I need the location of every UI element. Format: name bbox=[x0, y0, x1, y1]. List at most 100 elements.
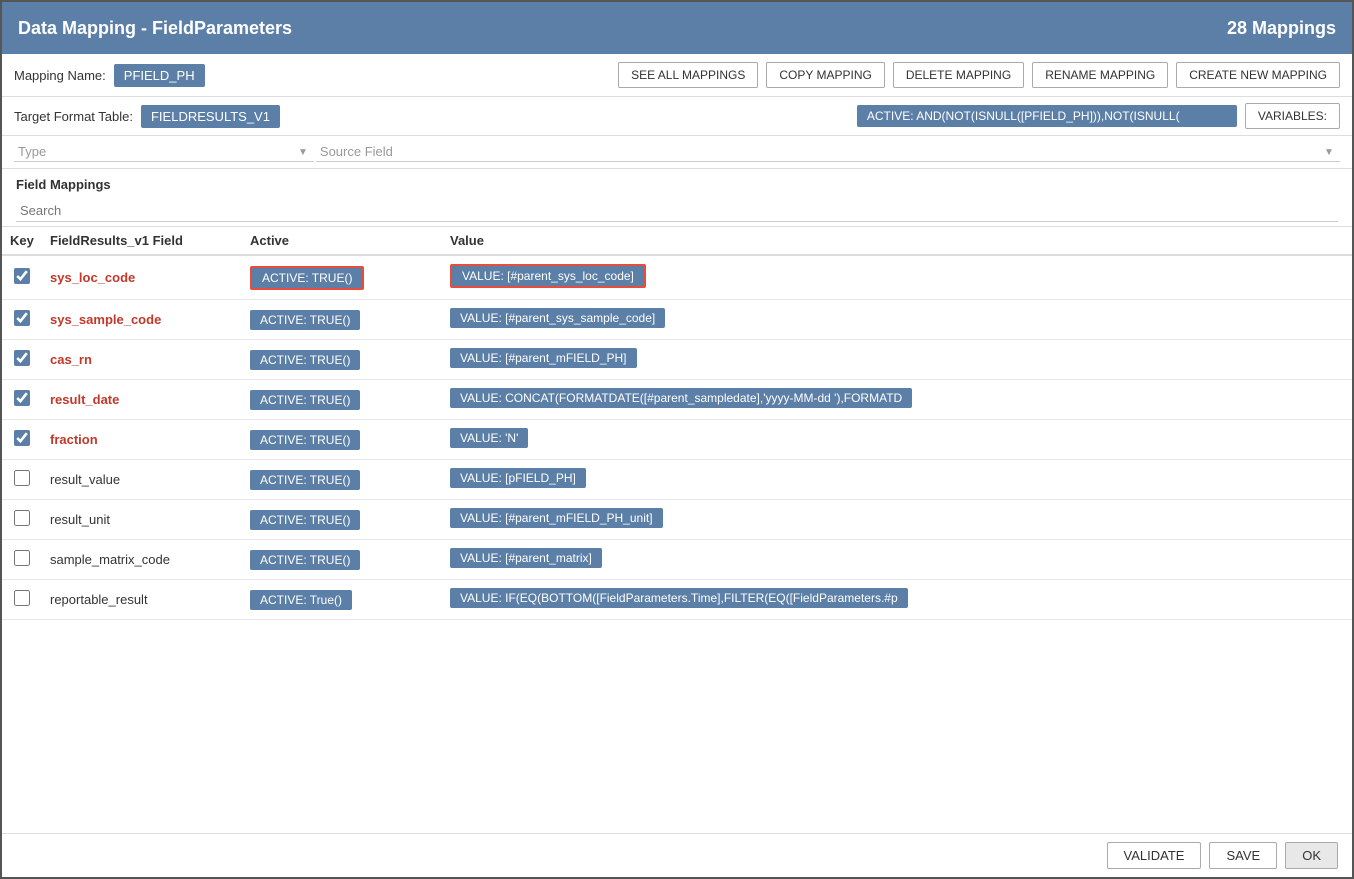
value-cell: VALUE: IF(EQ(BOTTOM([FieldParameters.Tim… bbox=[442, 580, 1352, 620]
col-header-active: Active bbox=[242, 227, 442, 255]
table-row: sys_loc_code ACTIVE: TRUE() VALUE: [#paren… bbox=[2, 255, 1352, 300]
target-format-badge[interactable]: FIELDRESULTS_V1 bbox=[141, 105, 280, 128]
row-checkbox[interactable] bbox=[14, 268, 30, 284]
table-row: result_unit ACTIVE: TRUE() VALUE: [#parent… bbox=[2, 500, 1352, 540]
value-cell: VALUE: [#parent_mFIELD_PH_unit] bbox=[442, 500, 1352, 540]
field-name[interactable]: sample_matrix_code bbox=[50, 552, 170, 567]
active-badge[interactable]: ACTIVE: TRUE() bbox=[250, 430, 360, 450]
checkbox-cell bbox=[2, 500, 42, 540]
value-cell: VALUE: CONCAT(FORMATDATE([#parent_sample… bbox=[442, 380, 1352, 420]
row-checkbox[interactable] bbox=[14, 590, 30, 606]
value-badge[interactable]: VALUE: [#parent_sys_sample_code] bbox=[450, 308, 665, 328]
see-all-mappings-button[interactable]: SEE ALL MAPPINGS bbox=[618, 62, 758, 88]
active-cell: ACTIVE: TRUE() bbox=[242, 420, 442, 460]
active-cell: ACTIVE: TRUE() bbox=[242, 300, 442, 340]
type-filter-select[interactable]: Type bbox=[14, 142, 314, 162]
value-badge[interactable]: VALUE: CONCAT(FORMATDATE([#parent_sample… bbox=[450, 388, 912, 408]
active-cell: ACTIVE: TRUE() bbox=[242, 340, 442, 380]
field-name[interactable]: result_unit bbox=[50, 512, 110, 527]
col-header-field: FieldResults_v1 Field bbox=[42, 227, 242, 255]
row-checkbox[interactable] bbox=[14, 550, 30, 566]
field-name[interactable]: result_date bbox=[50, 392, 119, 407]
checkbox-cell bbox=[2, 460, 42, 500]
row-checkbox[interactable] bbox=[14, 470, 30, 486]
active-badge[interactable]: ACTIVE: TRUE() bbox=[250, 350, 360, 370]
rename-mapping-button[interactable]: RENAME MAPPING bbox=[1032, 62, 1168, 88]
table-header-row: Key FieldResults_v1 Field Active Value bbox=[2, 227, 1352, 255]
mapping-name-badge[interactable]: PFIELD_PH bbox=[114, 64, 205, 87]
active-badge[interactable]: ACTIVE: TRUE() bbox=[250, 266, 364, 290]
create-new-mapping-button[interactable]: CREATE NEW MAPPING bbox=[1176, 62, 1340, 88]
checkbox-cell bbox=[2, 380, 42, 420]
row-checkbox[interactable] bbox=[14, 310, 30, 326]
active-cell: ACTIVE: TRUE() bbox=[242, 460, 442, 500]
source-field-select[interactable]: Source Field bbox=[316, 142, 1340, 162]
save-button[interactable]: SAVE bbox=[1209, 842, 1277, 869]
value-badge[interactable]: VALUE: [#parent_mFIELD_PH] bbox=[450, 348, 637, 368]
field-name-cell: sys_sample_code bbox=[42, 300, 242, 340]
table-row: reportable_result ACTIVE: True() VALUE: IF… bbox=[2, 580, 1352, 620]
copy-mapping-button[interactable]: COPY MAPPING bbox=[766, 62, 884, 88]
active-badge[interactable]: ACTIVE: True() bbox=[250, 590, 352, 610]
table-row: sample_matrix_code ACTIVE: TRUE() VALUE: [… bbox=[2, 540, 1352, 580]
toolbar-row1: Mapping Name: PFIELD_PH SEE ALL MAPPINGS… bbox=[2, 54, 1352, 97]
col-header-value: Value bbox=[442, 227, 1352, 255]
table-body: sys_loc_code ACTIVE: TRUE() VALUE: [#paren… bbox=[2, 255, 1352, 620]
active-badge[interactable]: ACTIVE: TRUE() bbox=[250, 510, 360, 530]
value-badge[interactable]: VALUE: [#parent_mFIELD_PH_unit] bbox=[450, 508, 663, 528]
row-checkbox[interactable] bbox=[14, 390, 30, 406]
table-row: sys_sample_code ACTIVE: TRUE() VALUE: [#pa… bbox=[2, 300, 1352, 340]
source-field-wrapper: Source Field ▼ bbox=[316, 142, 1340, 162]
field-name[interactable]: result_value bbox=[50, 472, 120, 487]
field-name-cell: sys_loc_code bbox=[42, 255, 242, 300]
active-badge[interactable]: ACTIVE: TRUE() bbox=[250, 550, 360, 570]
value-badge[interactable]: VALUE: [#parent_matrix] bbox=[450, 548, 602, 568]
table-row: cas_rn ACTIVE: TRUE() VALUE: [#parent_mFIE… bbox=[2, 340, 1352, 380]
mapping-name-label: Mapping Name: bbox=[14, 68, 106, 83]
value-badge[interactable]: VALUE: IF(EQ(BOTTOM([FieldParameters.Tim… bbox=[450, 588, 908, 608]
field-name[interactable]: sys_sample_code bbox=[50, 312, 161, 327]
value-badge[interactable]: VALUE: [#parent_sys_loc_code] bbox=[450, 264, 646, 288]
ok-button[interactable]: OK bbox=[1285, 842, 1338, 869]
header-title: Data Mapping - FieldParameters bbox=[18, 18, 292, 39]
field-name-cell: result_unit bbox=[42, 500, 242, 540]
field-name-cell: cas_rn bbox=[42, 340, 242, 380]
active-badge[interactable]: ACTIVE: TRUE() bbox=[250, 310, 360, 330]
checkbox-cell bbox=[2, 540, 42, 580]
checkbox-cell bbox=[2, 420, 42, 460]
variables-button[interactable]: VARIABLES: bbox=[1245, 103, 1340, 129]
value-badge[interactable]: VALUE: [pFIELD_PH] bbox=[450, 468, 586, 488]
header-count: 28 Mappings bbox=[1227, 18, 1336, 39]
active-cell: ACTIVE: TRUE() bbox=[242, 255, 442, 300]
section-header: Field Mappings bbox=[2, 169, 1352, 196]
value-cell: VALUE: 'N' bbox=[442, 420, 1352, 460]
validate-button[interactable]: VALIDATE bbox=[1107, 842, 1202, 869]
footer: VALIDATE SAVE OK bbox=[2, 833, 1352, 877]
search-row bbox=[2, 196, 1352, 226]
target-format-label: Target Format Table: bbox=[14, 109, 133, 124]
field-name-cell: sample_matrix_code bbox=[42, 540, 242, 580]
row-checkbox[interactable] bbox=[14, 510, 30, 526]
header: Data Mapping - FieldParameters 28 Mappin… bbox=[2, 2, 1352, 54]
field-name[interactable]: fraction bbox=[50, 432, 98, 447]
row-checkbox[interactable] bbox=[14, 350, 30, 366]
col-header-key: Key bbox=[2, 227, 42, 255]
field-name[interactable]: cas_rn bbox=[50, 352, 92, 367]
row-checkbox[interactable] bbox=[14, 430, 30, 446]
field-name-cell: result_value bbox=[42, 460, 242, 500]
active-formula-button[interactable]: ACTIVE: AND(NOT(ISNULL([PFIELD_PH])),NOT… bbox=[857, 105, 1237, 127]
checkbox-cell bbox=[2, 340, 42, 380]
app-container: Data Mapping - FieldParameters 28 Mappin… bbox=[0, 0, 1354, 879]
active-badge[interactable]: ACTIVE: TRUE() bbox=[250, 390, 360, 410]
field-name[interactable]: reportable_result bbox=[50, 592, 148, 607]
value-cell: VALUE: [#parent_sys_sample_code] bbox=[442, 300, 1352, 340]
value-cell: VALUE: [#parent_matrix] bbox=[442, 540, 1352, 580]
delete-mapping-button[interactable]: DELETE MAPPING bbox=[893, 62, 1024, 88]
field-name-cell: result_date bbox=[42, 380, 242, 420]
toolbar-row2: Target Format Table: FIELDRESULTS_V1 ACT… bbox=[2, 97, 1352, 136]
value-cell: VALUE: [#parent_mFIELD_PH] bbox=[442, 340, 1352, 380]
value-badge[interactable]: VALUE: 'N' bbox=[450, 428, 528, 448]
active-badge[interactable]: ACTIVE: TRUE() bbox=[250, 470, 360, 490]
search-input[interactable] bbox=[16, 200, 1338, 222]
field-name[interactable]: sys_loc_code bbox=[50, 270, 135, 285]
